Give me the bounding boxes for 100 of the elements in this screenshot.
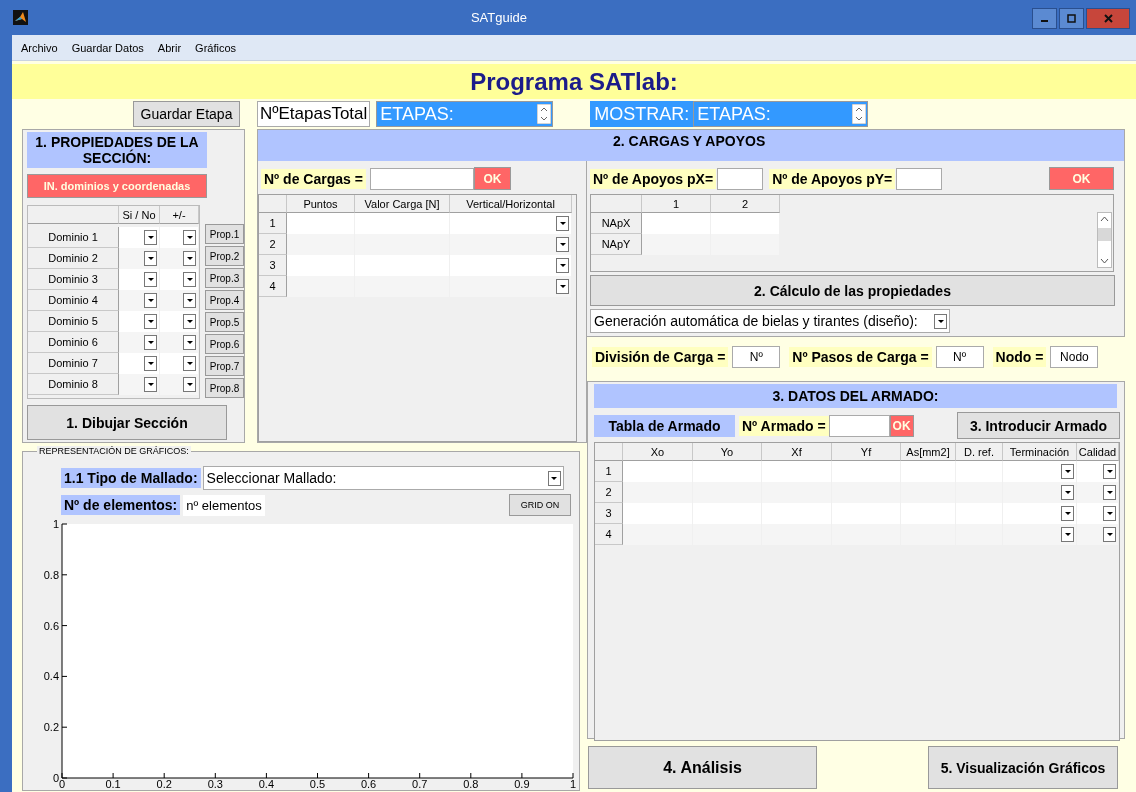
table-cell[interactable] <box>1003 524 1077 545</box>
dropdown-button[interactable] <box>183 377 196 392</box>
table-cell[interactable] <box>160 374 199 395</box>
dropdown-button[interactable] <box>1061 464 1074 479</box>
table-cell[interactable] <box>119 248 160 269</box>
input-field[interactable]: Nº <box>935 346 984 368</box>
table-cell[interactable] <box>623 461 693 482</box>
properties-button[interactable]: Prop.8 <box>205 378 244 398</box>
table-cell[interactable] <box>287 276 355 297</box>
maximize-button[interactable] <box>1059 8 1084 29</box>
table-cell[interactable] <box>119 290 160 311</box>
total-stages-field[interactable]: NºEtapasTotal <box>257 101 371 127</box>
dropdown-button[interactable] <box>1061 527 1074 542</box>
table-cell[interactable] <box>450 255 572 276</box>
dropdown-button[interactable] <box>144 230 157 245</box>
properties-button[interactable]: Prop.3 <box>205 268 244 288</box>
dropdown-button[interactable] <box>556 258 569 273</box>
dropdown-button[interactable] <box>556 237 569 252</box>
input-field[interactable]: Nº <box>732 346 781 368</box>
table-cell[interactable] <box>119 227 160 248</box>
table-cell[interactable] <box>119 311 160 332</box>
table-cell[interactable] <box>119 332 160 353</box>
dropdown-button[interactable] <box>183 230 196 245</box>
table-cell[interactable] <box>160 269 199 290</box>
dropdown-button[interactable] <box>1103 464 1116 479</box>
dropdown-button[interactable] <box>1103 527 1116 542</box>
action-button[interactable]: 5. Visualización Gráficos <box>928 746 1118 789</box>
dropdown-button[interactable] <box>183 335 196 350</box>
table-cell[interactable] <box>956 461 1003 482</box>
close-button[interactable] <box>1086 8 1130 29</box>
menu-item[interactable]: Abrir <box>157 41 182 54</box>
table-cell[interactable] <box>450 234 572 255</box>
dropdown-button[interactable] <box>144 272 157 287</box>
mesh-dropdown[interactable]: Seleccionar Mallado: <box>202 466 564 490</box>
supports-x-field[interactable] <box>717 167 764 190</box>
properties-button[interactable]: Prop.6 <box>205 334 244 354</box>
dropdown-button[interactable] <box>183 272 196 287</box>
table-cell[interactable] <box>119 269 160 290</box>
dropdown-button[interactable] <box>547 470 561 486</box>
table-cell[interactable] <box>160 248 199 269</box>
dropdown-button[interactable] <box>183 251 196 266</box>
properties-button[interactable]: Prop.1 <box>205 224 244 244</box>
table-cell[interactable] <box>1077 482 1119 503</box>
properties-button[interactable]: Prop.2 <box>205 246 244 266</box>
table-cell[interactable] <box>1003 461 1077 482</box>
minimize-button[interactable] <box>1032 8 1057 29</box>
table-cell[interactable] <box>762 461 832 482</box>
table-cell[interactable] <box>1003 503 1077 524</box>
enter-reinforcement-button[interactable]: 3. Introducir Armado <box>957 412 1120 439</box>
table-cell[interactable] <box>693 461 762 482</box>
dropdown-button[interactable] <box>144 251 157 266</box>
table-cell[interactable] <box>623 482 693 503</box>
properties-button[interactable]: Prop.4 <box>205 290 244 310</box>
dropdown-button[interactable] <box>1061 506 1074 521</box>
dropdown-button[interactable] <box>1061 485 1074 500</box>
dropdown-button[interactable] <box>144 377 157 392</box>
generation-dropdown[interactable]: Generación automática de bielas y tirantes (diseño): <box>590 309 950 333</box>
dropdown-button[interactable] <box>1103 485 1116 500</box>
table-cell[interactable] <box>287 255 355 276</box>
table-cell[interactable] <box>711 213 780 234</box>
table-cell[interactable] <box>160 227 199 248</box>
table-cell[interactable] <box>832 461 901 482</box>
table-cell[interactable] <box>160 332 199 353</box>
dropdown-button[interactable] <box>144 356 157 371</box>
dropdown-button[interactable] <box>556 216 569 231</box>
dropdown-button[interactable] <box>183 356 196 371</box>
table-cell[interactable] <box>1077 503 1119 524</box>
properties-button[interactable]: Prop.5 <box>205 312 244 332</box>
table-cell[interactable] <box>160 290 199 311</box>
grid-on-button[interactable]: GRID ON <box>509 494 571 516</box>
table-cell[interactable] <box>1003 482 1077 503</box>
table-cell[interactable] <box>287 234 355 255</box>
table-cell[interactable] <box>287 213 355 234</box>
dropdown-button[interactable] <box>144 335 157 350</box>
dropdown-button[interactable] <box>183 293 196 308</box>
dropdown-button[interactable] <box>1103 506 1116 521</box>
action-button[interactable]: 4. Análisis <box>588 746 817 789</box>
table-cell[interactable] <box>450 213 572 234</box>
dropdown-button[interactable] <box>144 293 157 308</box>
table-cell[interactable] <box>642 213 711 234</box>
save-stage-button[interactable]: Guardar Etapa <box>133 101 240 127</box>
table-cell[interactable] <box>355 213 450 234</box>
calculate-properties-button[interactable]: 2. Cálculo de las propiedades <box>590 275 1115 306</box>
menu-item[interactable]: Guardar Datos <box>71 41 144 54</box>
supports-y-field[interactable] <box>896 167 943 190</box>
table-cell[interactable] <box>1077 524 1119 545</box>
menu-item[interactable]: Gráficos <box>195 41 237 54</box>
table-cell[interactable] <box>901 461 956 482</box>
table-cell[interactable] <box>642 234 711 255</box>
draw-section-button[interactable]: 1. Dibujar Sección <box>27 405 227 440</box>
count-field[interactable] <box>828 414 890 437</box>
dropdown-button[interactable] <box>556 279 569 294</box>
input-field[interactable]: Nodo <box>1050 346 1099 368</box>
loads-count-field[interactable] <box>369 167 474 190</box>
table-cell[interactable] <box>623 503 693 524</box>
table-cell[interactable] <box>1077 461 1119 482</box>
table-cell[interactable] <box>450 276 572 297</box>
dropdown-button[interactable] <box>934 313 947 329</box>
properties-button[interactable]: Prop.7 <box>205 356 244 376</box>
menu-item[interactable]: Archivo <box>21 41 58 54</box>
